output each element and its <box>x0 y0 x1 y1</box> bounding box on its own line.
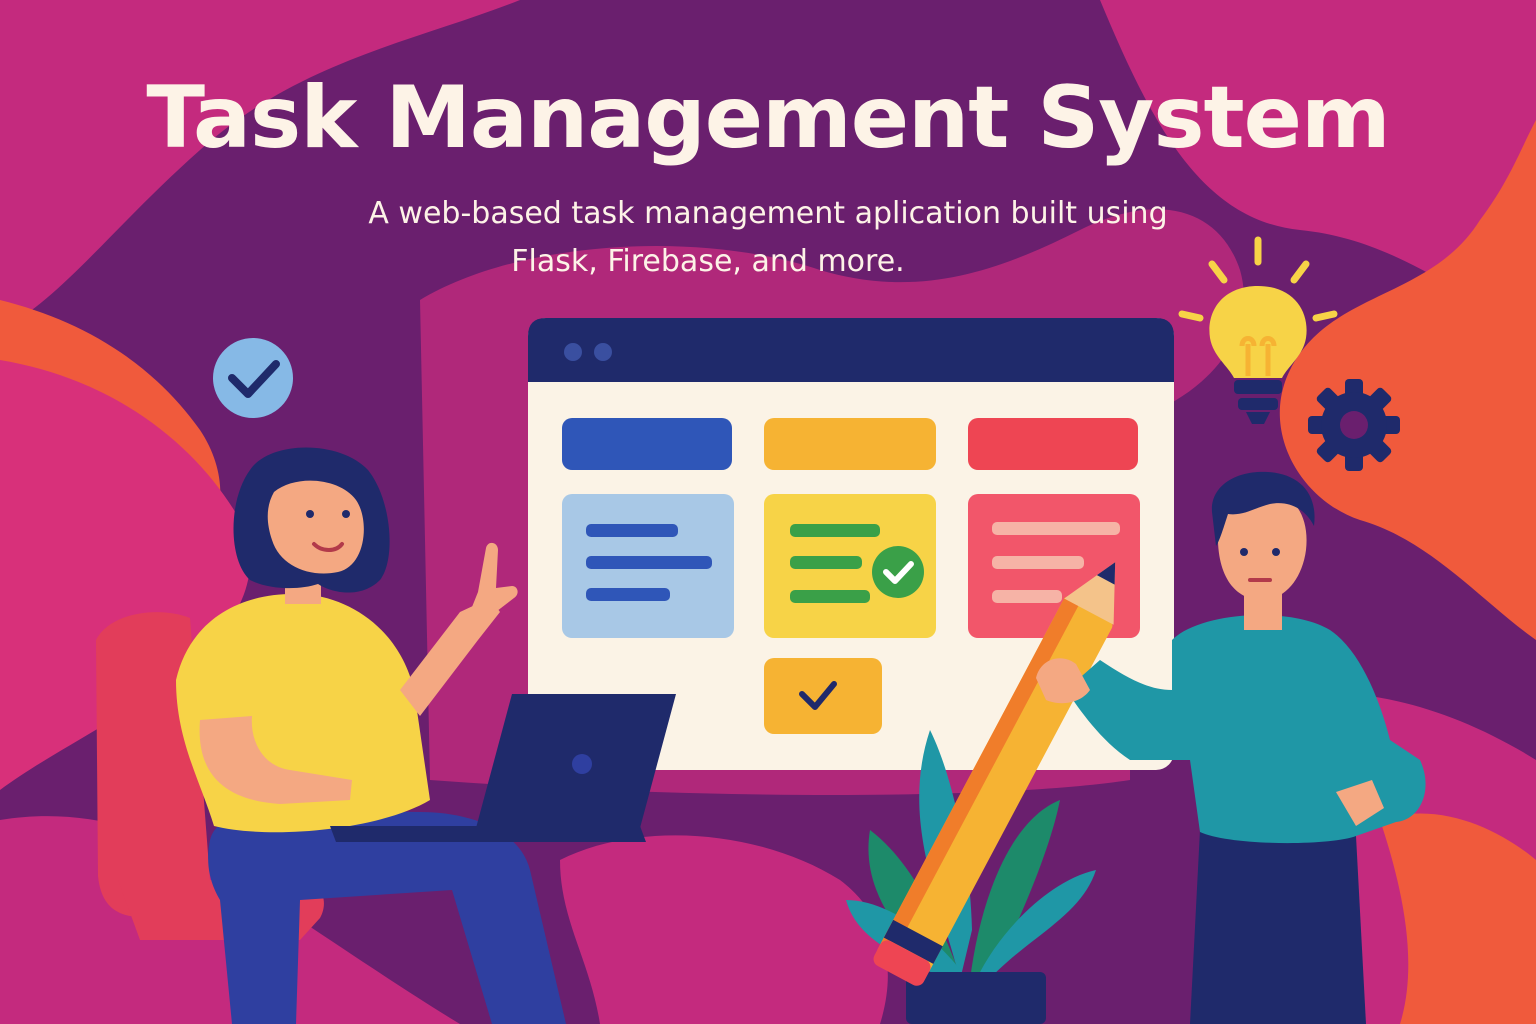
subtitle-line-2: Flask, Firebase, and more. <box>511 244 905 279</box>
subtitle-line-1: A web-based task management aplication b… <box>368 196 1168 231</box>
column-header-done <box>968 418 1138 470</box>
window-dot-1 <box>564 343 582 361</box>
page-title: Task Management System <box>146 68 1390 168</box>
column-header-todo <box>562 418 732 470</box>
task-card-small-checked <box>764 658 882 734</box>
page-subtitle: A web-based task management aplication b… <box>280 190 1256 286</box>
done-check-icon <box>872 546 924 598</box>
gear-icon <box>1308 379 1400 471</box>
window-dot-2 <box>594 343 612 361</box>
task-card-in-progress <box>764 494 936 638</box>
column-header-in-progress <box>764 418 936 470</box>
check-badge-icon <box>213 338 293 418</box>
task-card-todo <box>562 494 734 638</box>
